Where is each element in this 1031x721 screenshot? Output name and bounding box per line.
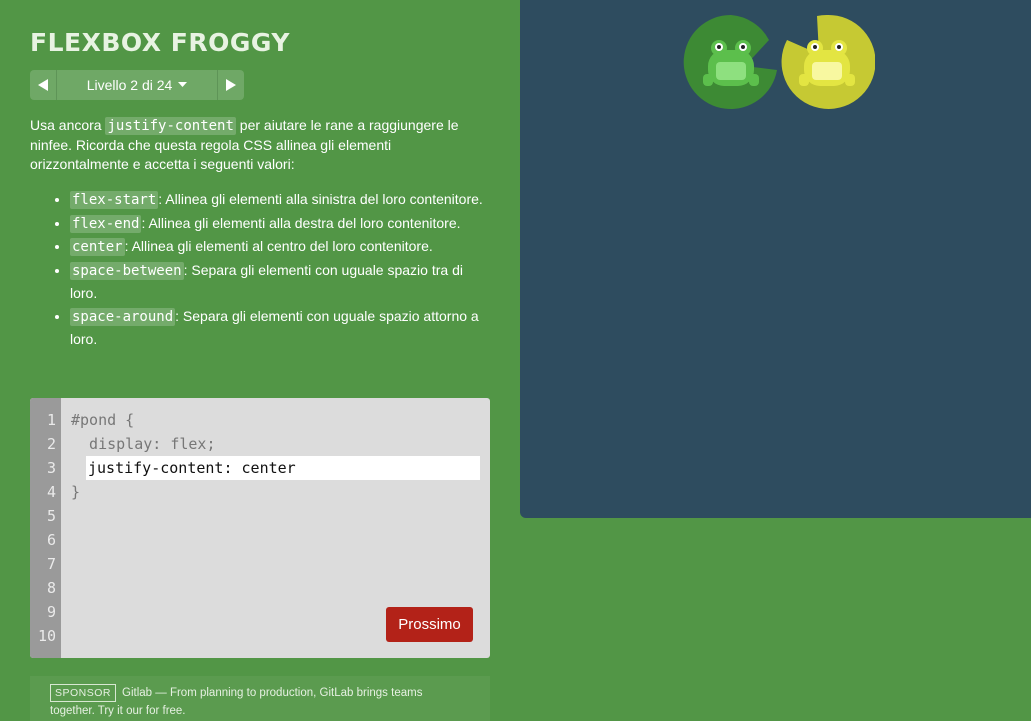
caret-down-icon (178, 82, 188, 87)
values-list: flex-start: Allinea gli elementi alla si… (50, 188, 490, 351)
triangle-right-icon (226, 79, 236, 91)
value-code: flex-end (70, 214, 142, 233)
css-input[interactable] (86, 456, 480, 480)
green-lilypad-icon (683, 14, 777, 109)
game-title: FLEXBOX FROGGY (30, 28, 290, 57)
list-item: space-between: Separa gli elementi con u… (70, 259, 490, 305)
value-code: space-around (70, 307, 176, 326)
next-button[interactable]: Prossimo (386, 607, 473, 642)
code-line-display: display: flex; (71, 435, 216, 453)
triangle-left-icon (38, 79, 48, 91)
value-code: center (70, 238, 125, 256)
next-level-button[interactable] (217, 70, 244, 100)
line-number: 4 (46, 483, 56, 501)
line-number: 10 (37, 627, 56, 645)
line-number: 9 (46, 603, 56, 621)
intro-before: Usa ancora (30, 117, 106, 133)
value-description: : Allinea gli elementi alla destra del l… (141, 214, 461, 231)
css-editor: 1 2 3 4 5 6 7 8 9 10 #pond { display: fl… (30, 398, 490, 658)
value-code: space-between (70, 261, 184, 280)
value-description: : Allinea gli elementi alla sinistra del… (158, 191, 483, 207)
list-item: space-around: Separa gli elementi con ug… (70, 305, 490, 351)
yellow-frog-on-lilypad (779, 14, 876, 110)
list-item: flex-start: Allinea gli elementi alla si… (70, 188, 490, 212)
value-code: flex-start (70, 191, 159, 209)
value-description: : Allinea gli elementi al centro del lor… (124, 238, 433, 254)
sponsor-banner[interactable]: SPONSOR Gitlab — From planning to product… (30, 676, 490, 721)
code-line-selector: #pond { (71, 411, 135, 429)
code-line-close-brace: } (71, 483, 81, 501)
green-frog-on-lilypad (683, 14, 779, 110)
line-number: 8 (46, 579, 56, 597)
list-item: flex-end: Allinea gli elementi alla dest… (70, 212, 490, 236)
instructions-text: Usa ancora justify-content per aiutare l… (30, 116, 490, 174)
previous-level-button[interactable] (30, 70, 57, 100)
sidebar: FLEXBOX FROGGY Livello 2 di 24 Usa ancor… (0, 0, 520, 721)
yellow-lilypad-icon (781, 14, 876, 109)
sponsor-badge: SPONSOR (50, 684, 117, 702)
level-navigation: Livello 2 di 24 (30, 70, 244, 100)
line-number: 2 (46, 435, 56, 453)
level-label: Livello 2 di 24 (86, 77, 173, 93)
line-number-gutter: 1 2 3 4 5 6 7 8 9 10 (30, 398, 61, 658)
pond (520, 0, 1031, 518)
line-number: 5 (46, 507, 56, 525)
line-number: 7 (46, 555, 56, 573)
level-indicator[interactable]: Livello 2 di 24 (57, 70, 217, 100)
line-number: 1 (46, 411, 56, 429)
line-number: 3 (46, 459, 56, 477)
list-item: center: Allinea gli elementi al centro d… (70, 235, 490, 259)
intro-code: justify-content (105, 117, 236, 135)
line-number: 6 (46, 531, 56, 549)
